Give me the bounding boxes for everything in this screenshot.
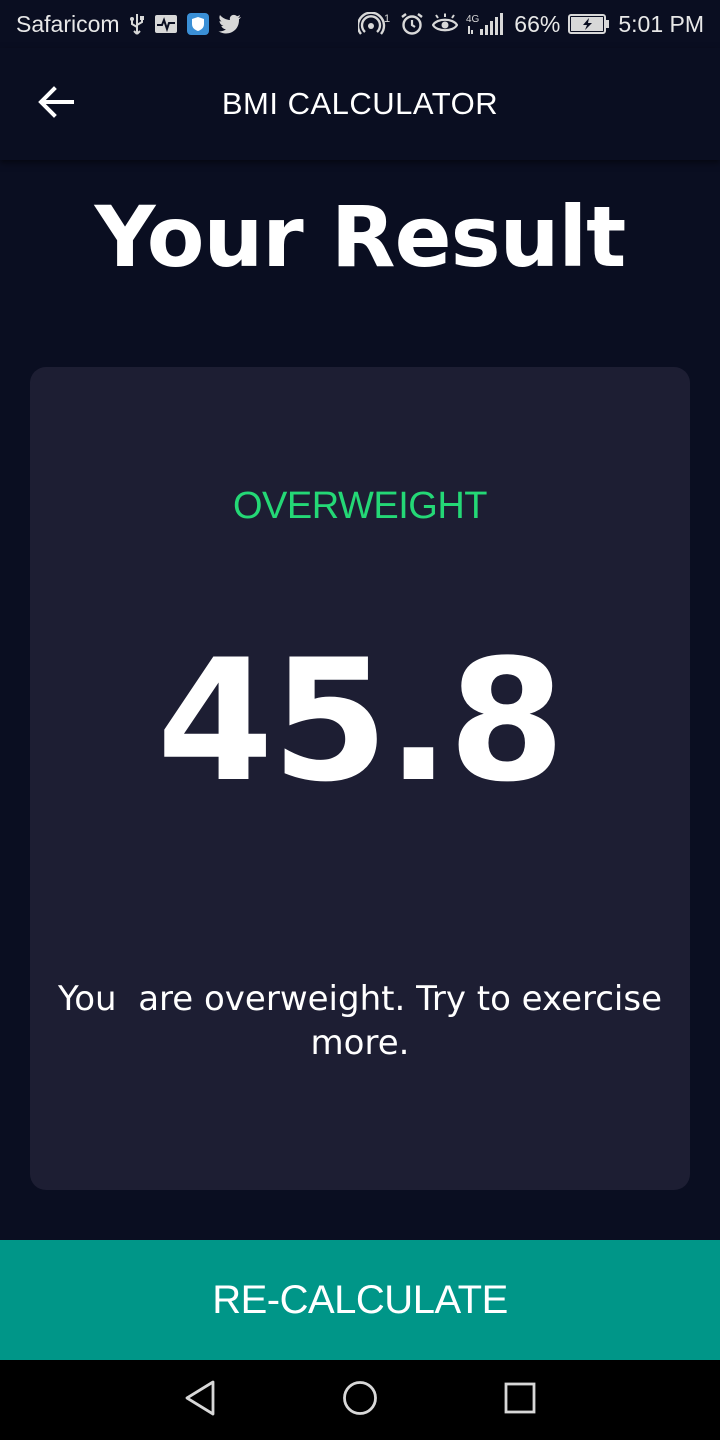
nav-home-button[interactable]: [330, 1370, 390, 1430]
status-right: 1 4G 66% 5:01 PM: [358, 11, 704, 38]
eye-comfort-icon: [432, 13, 459, 35]
nav-back-button[interactable]: [170, 1370, 230, 1430]
nav-recents-button[interactable]: [490, 1370, 550, 1430]
bmi-value: 45.8: [156, 623, 566, 819]
result-status: OVERWEIGHT: [233, 485, 488, 527]
result-interpretation: You are overweight. Try to exercise more…: [57, 979, 673, 1063]
recents-square-icon: [503, 1381, 537, 1419]
battery-icon: [568, 13, 610, 35]
back-triangle-icon: [183, 1379, 217, 1421]
status-left: Safaricom: [16, 11, 242, 38]
status-bar: Safaricom 1 4G 66% 5:01 PM: [0, 0, 720, 48]
clock: 5:01 PM: [618, 10, 704, 37]
carrier-name: Safaricom: [16, 10, 120, 37]
network-type: 4G: [466, 14, 480, 25]
system-nav-bar: [0, 1360, 720, 1440]
back-button[interactable]: [24, 76, 88, 132]
arrow-left-icon: [38, 86, 74, 122]
twitter-icon: [218, 13, 242, 35]
page-title: Your Result: [94, 188, 627, 286]
signal-icon: 4G: [466, 12, 506, 36]
usb-icon: [128, 12, 146, 36]
app-bar-title: BMI CALCULATOR: [221, 86, 499, 121]
screen: Safaricom 1 4G 66% 5:01 PM BMI CALCULATO…: [0, 0, 720, 1440]
alarm-icon: [400, 12, 424, 36]
hotspot-icon: 1: [358, 12, 392, 36]
result-card: OVERWEIGHT 45.8 You are overweight. Try …: [30, 367, 690, 1190]
app-bar: BMI CALCULATOR: [0, 48, 720, 160]
shield-app-icon: [186, 12, 210, 36]
recalculate-button[interactable]: RE-CALCULATE: [0, 1240, 720, 1360]
activity-icon: [154, 13, 178, 35]
battery-percent: 66%: [514, 10, 561, 37]
svg-text:1: 1: [384, 13, 390, 25]
home-circle-icon: [341, 1379, 379, 1421]
recalculate-label: RE-CALCULATE: [212, 1277, 508, 1322]
